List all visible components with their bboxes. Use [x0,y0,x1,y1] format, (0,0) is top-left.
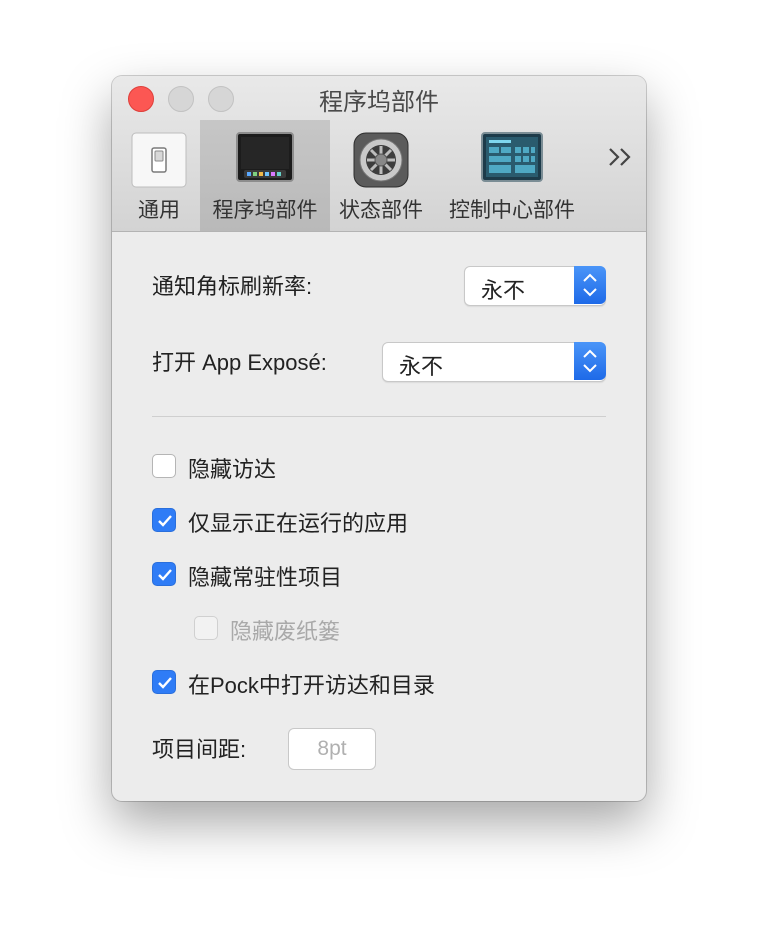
dock-icon [236,132,294,187]
tab-general[interactable]: 通用 [126,120,192,231]
show-running-only-label: 仅显示正在运行的应用 [188,511,409,536]
switch-icon [131,132,187,193]
tab-label: 状态部件 [339,199,423,222]
popup-stepper-icon[interactable] [574,266,606,304]
control-center-icon [481,132,543,187]
section-divider [152,416,606,417]
item-spacing-field[interactable]: 8pt [288,728,376,770]
open-finder-in-pock-label: 在Pock中打开访达和目录 [188,673,435,698]
gear-icon [353,132,409,193]
hide-finder-checkbox[interactable] [152,454,176,478]
tab-status-widgets[interactable]: 状态部件 [338,120,424,231]
hide-finder-label: 隐藏访达 [188,457,277,482]
preferences-window: 程序坞部件 通用 程序坞部件 状态部件 控制中心部件 通知角标刷新率: 永不 打… [112,76,646,801]
popup-value: 永不 [481,278,526,303]
toolbar: 程序坞部件 通用 程序坞部件 状态部件 控制中心部件 [112,76,646,232]
popup-value: 永不 [399,354,444,379]
hide-persistent-items-checkbox[interactable] [152,562,176,586]
open-finder-in-pock-checkbox[interactable] [152,670,176,694]
tab-control-center-widgets[interactable]: 控制中心部件 [442,120,582,231]
tab-dock-widgets[interactable]: 程序坞部件 [200,120,330,231]
hide-trash-checkbox[interactable] [194,616,218,640]
app-expose-label: 打开 App Exposé: [152,350,327,375]
tab-label: 控制中心部件 [449,199,575,222]
hide-trash-label: 隐藏废纸篓 [230,619,341,644]
popup-stepper-icon[interactable] [574,342,606,380]
window-title: 程序坞部件 [319,89,439,116]
badge-refresh-label: 通知角标刷新率: [152,274,313,299]
overflow-chevron-icon[interactable] [608,144,634,175]
tab-label: 通用 [138,199,180,222]
tab-label: 程序坞部件 [212,199,318,222]
show-running-only-checkbox[interactable] [152,508,176,532]
badge-refresh-popup[interactable]: 永不 [464,266,606,306]
item-spacing-label: 项目间距: [152,737,247,762]
hide-persistent-items-label: 隐藏常驻性项目 [188,565,343,590]
app-expose-popup[interactable]: 永不 [382,342,606,382]
